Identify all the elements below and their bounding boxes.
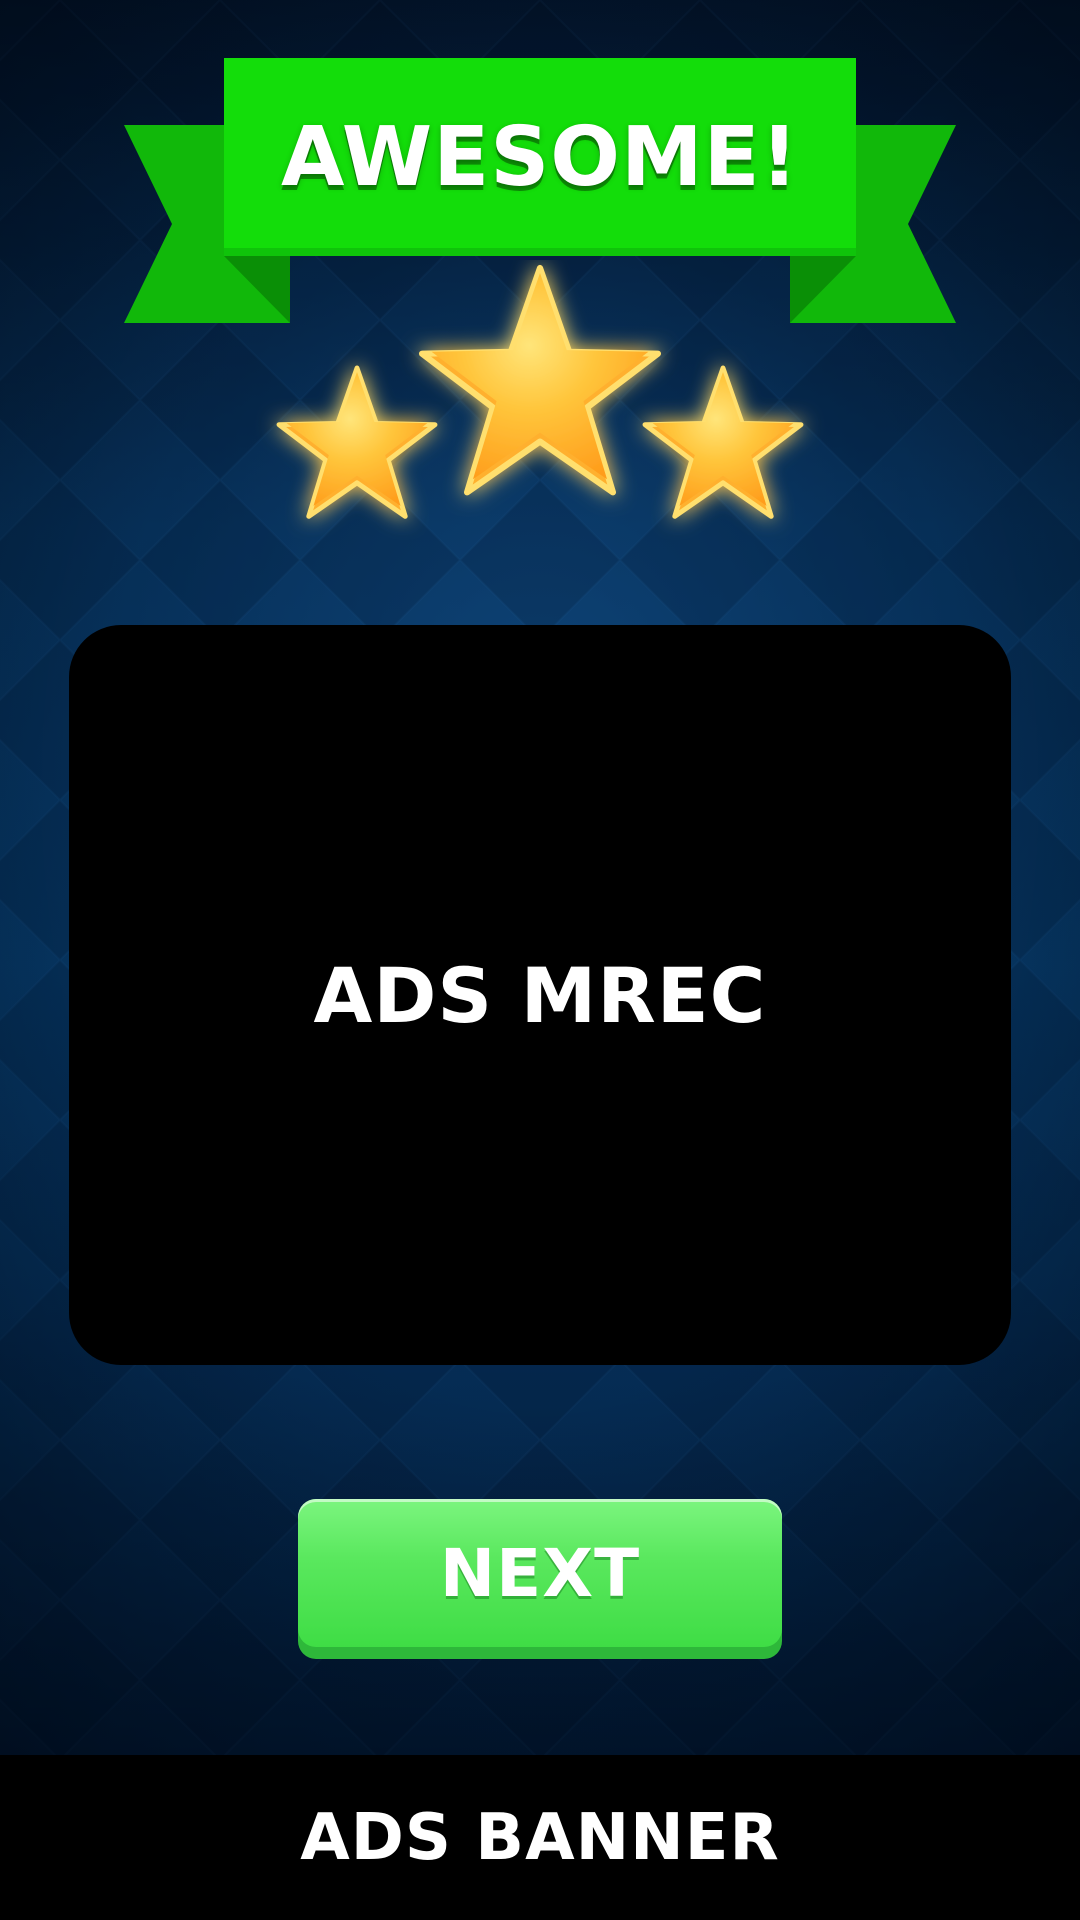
- star-icon: [279, 368, 435, 516]
- ad-mrec-label: ADS MREC: [313, 950, 767, 1040]
- star-icon: [645, 368, 801, 516]
- next-button-label: NEXT: [439, 1534, 641, 1612]
- next-button[interactable]: NEXT: [298, 1499, 782, 1659]
- star-rating: [0, 260, 1080, 560]
- ad-mrec[interactable]: ADS MREC: [69, 625, 1011, 1365]
- ad-banner-label: ADS BANNER: [300, 1800, 780, 1875]
- ad-banner[interactable]: ADS BANNER: [0, 1755, 1080, 1920]
- star-icon: [422, 268, 658, 492]
- next-button-face[interactable]: NEXT: [298, 1499, 782, 1647]
- page-title: AWESOME!: [280, 109, 800, 205]
